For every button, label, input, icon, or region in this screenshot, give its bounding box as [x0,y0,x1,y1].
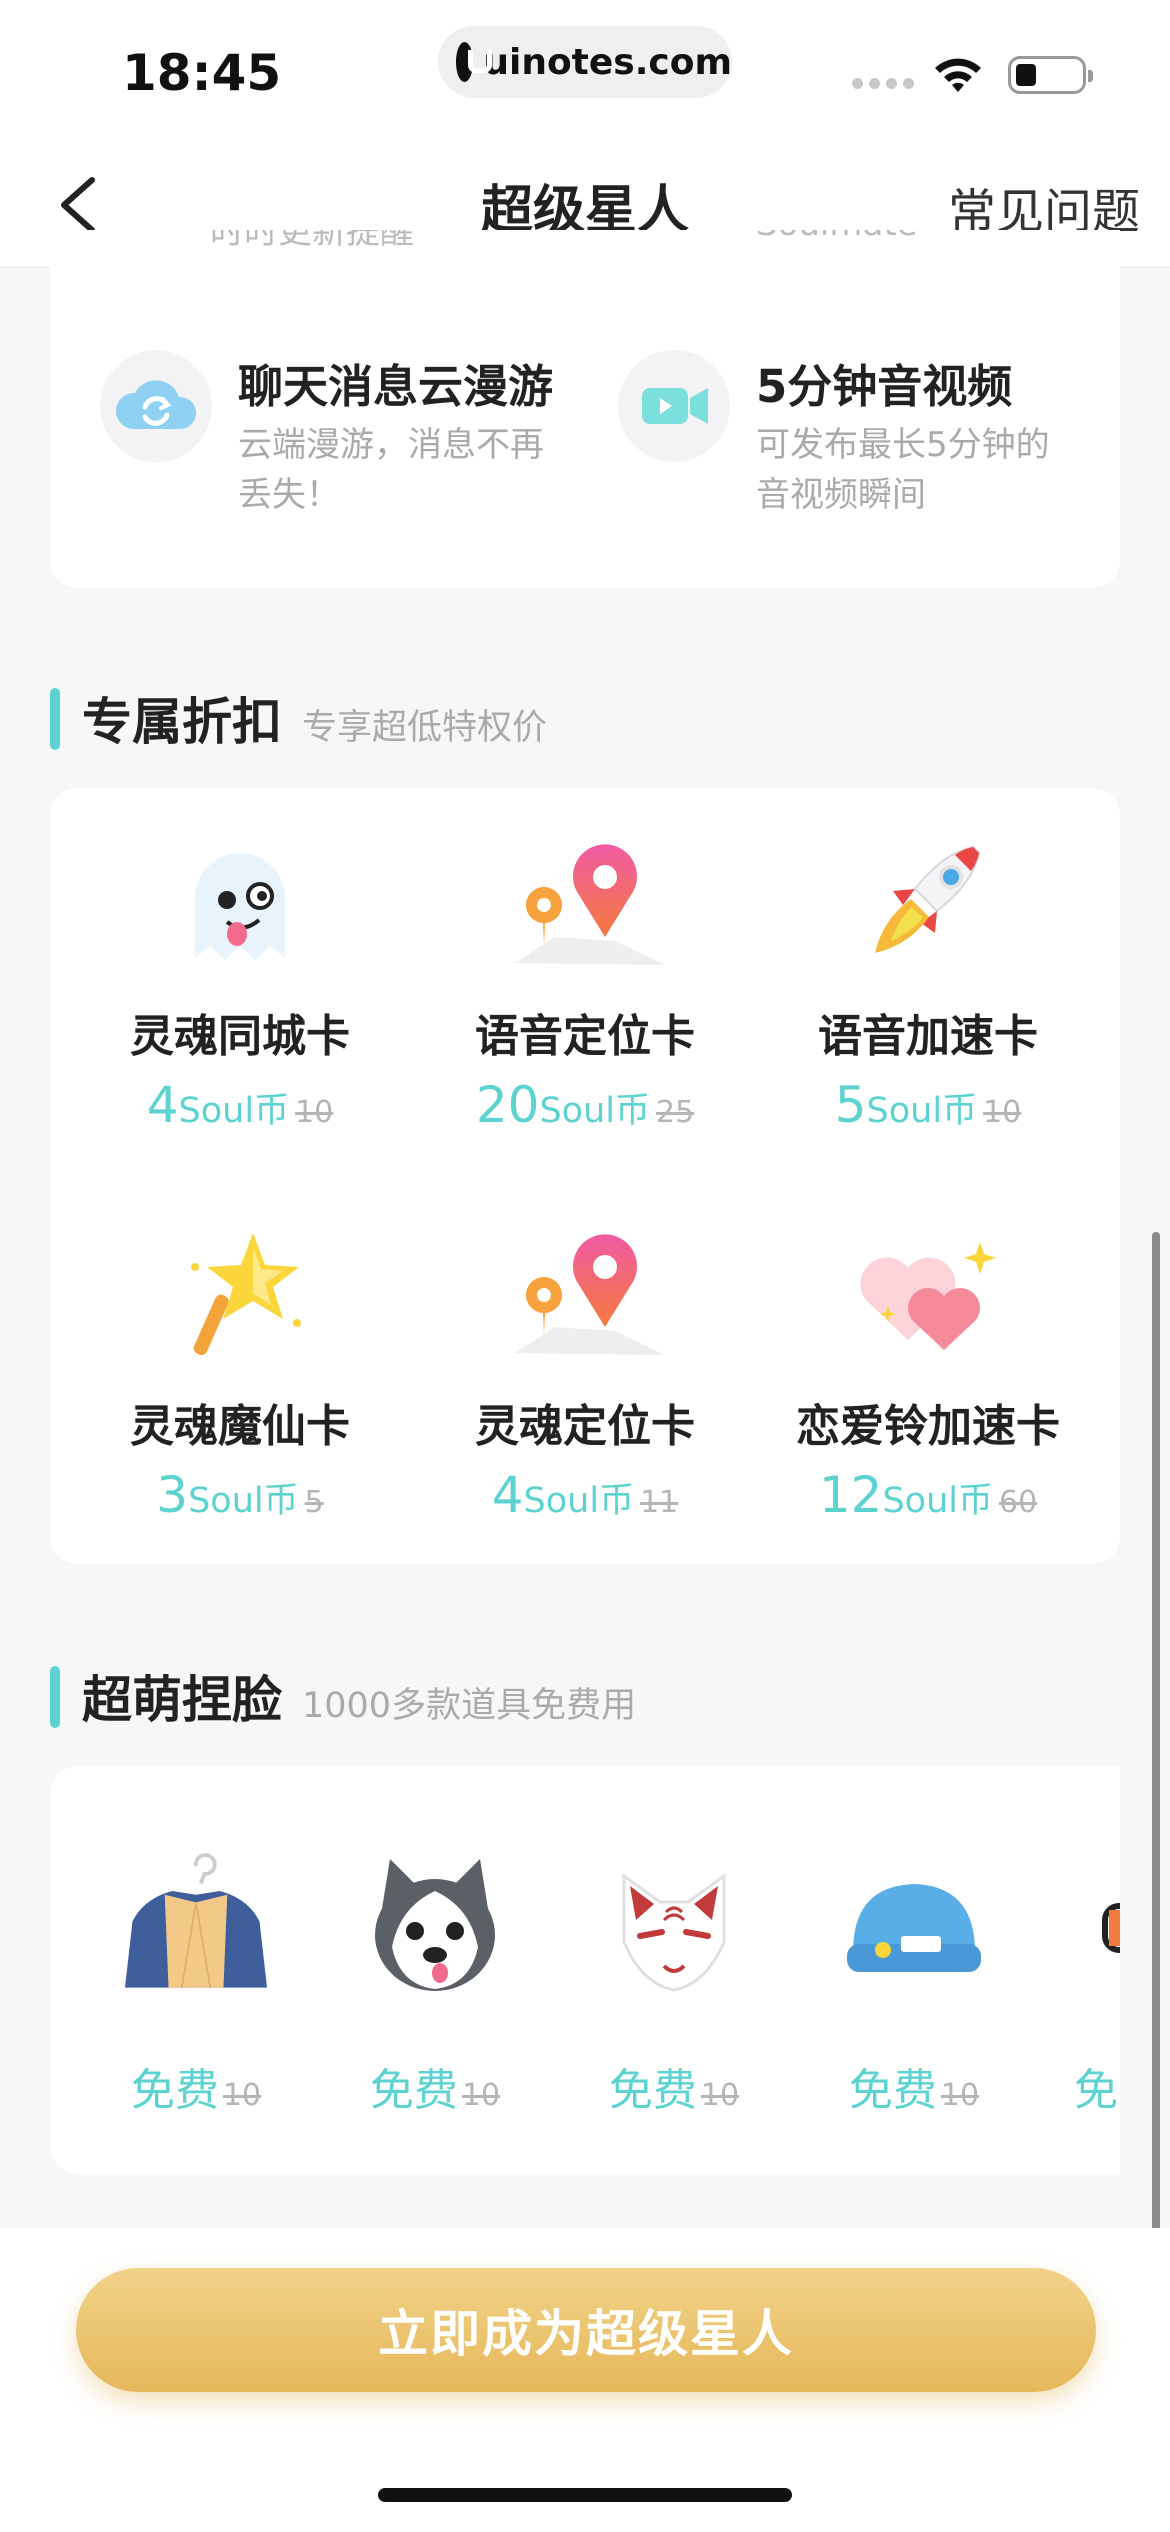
face-price: 免费 10 [369,2065,501,2116]
discount-item-magic-fairy[interactable]: 灵魂魔仙卡 3Soul币 5 [70,1218,410,1524]
husky-face-icon [345,1846,525,2006]
item-name: 灵魂同城卡 [130,1011,350,1062]
face-item-fox-mask[interactable]: 免费 10 [584,1846,764,2118]
url-pill[interactable]: uinotes.com [438,26,732,98]
face-item-husky[interactable]: 免费 10 [345,1846,525,2118]
face-price: 免 [1074,2065,1118,2116]
section-subtitle: 专享超低特权价 [302,708,548,748]
face-item-beanie[interactable]: 免费 10 [824,1846,1004,2118]
discount-item-soul-location[interactable]: 灵魂定位卡 4Soul币 11 [415,1218,755,1524]
item-name: 灵魂魔仙卡 [130,1401,350,1452]
face-price: 免费 10 [848,2065,980,2116]
feature-desc: 云端漫游，消息不再丢失！ [238,425,544,515]
item-name: 语音加速卡 [818,1011,1038,1062]
magic-wand-icon [70,1218,410,1368]
discount-item-voice-location[interactable]: 语音定位卡 20Soul币 25 [415,828,755,1134]
location-pin-icon [415,1218,755,1368]
cellular-signal-icon [852,78,914,89]
feature-cut-left: 时时更新提醒 [210,230,414,252]
section-accent-bar [50,1666,60,1728]
beanie-hat-icon [824,1846,1004,2006]
wifi-icon [935,58,981,92]
status-time: 18:45 [122,44,282,102]
feature-title: 聊天消息云漫游 [238,360,554,413]
discount-card: 灵魂同城卡 4Soul币 10 语音定位卡 20Soul币 25 语音加速卡 5… [50,788,1120,1564]
feature-desc: 可发布最长5分钟的音视频瞬间 [756,425,1050,515]
item-price: 3Soul币 5 [156,1466,324,1524]
faces-carousel[interactable]: 免费 10 免费 10 免费 10 免费 10 免 [50,1766,1120,2174]
item-price: 4Soul币 11 [491,1466,679,1524]
glasses-icon [1064,1846,1120,2006]
feature-cut-right: Soulmate [756,230,918,252]
section-title: 超萌捏脸 [82,1671,282,1729]
jacket-icon [106,1846,286,2006]
item-name: 灵魂定位卡 [475,1401,695,1452]
site-logo-icon [456,42,493,82]
ghost-icon [70,828,410,978]
video-camera-icon [618,350,730,462]
item-name: 恋爱铃加速卡 [796,1401,1060,1452]
cloud-sync-icon [100,350,212,462]
faces-section-header: 超萌捏脸 1000多款道具免费用 [50,1660,636,1732]
discount-item-same-city[interactable]: 灵魂同城卡 4Soul币 10 [70,828,410,1134]
battery-icon [1008,56,1093,94]
item-price: 4Soul币 10 [146,1076,334,1134]
discount-item-love-bell[interactable]: 恋爱铃加速卡 12Soul币 60 [758,1218,1098,1524]
item-name: 语音定位卡 [475,1011,695,1062]
rocket-icon [758,828,1098,978]
url-text: uinotes.com [483,41,732,83]
features-card: 时时更新提醒 Soulmate 聊天消息云漫游 云端漫游，消息不再丢失！ 5分钟… [50,230,1120,588]
item-price: 12Soul币 60 [818,1466,1038,1524]
fox-mask-icon [584,1846,764,2006]
become-super-star-button[interactable]: 立即成为超级星人 [76,2268,1096,2392]
feature-title: 5分钟音视频 [756,360,1013,413]
face-item-jacket[interactable]: 免费 10 [106,1846,286,2118]
item-price: 20Soul币 25 [475,1076,695,1134]
hearts-icon [758,1218,1098,1368]
face-price: 免费 10 [608,2065,740,2116]
home-indicator[interactable] [378,2488,792,2502]
item-price: 5Soul币 10 [834,1076,1022,1134]
face-price: 免费 10 [130,2065,262,2116]
discount-section-header: 专属折扣 专享超低特权价 [50,682,547,754]
discount-item-voice-boost[interactable]: 语音加速卡 5Soul币 10 [758,828,1098,1134]
location-pin-icon [415,828,755,978]
section-title: 专属折扣 [82,693,282,751]
section-subtitle: 1000多款道具免费用 [302,1686,637,1726]
status-bar: 18:45 uinotes.com [0,0,1170,140]
section-accent-bar [50,688,60,750]
bottom-action-bar: 立即成为超级星人 [0,2228,1170,2532]
face-item-glasses[interactable]: 免 [1064,1846,1120,2118]
